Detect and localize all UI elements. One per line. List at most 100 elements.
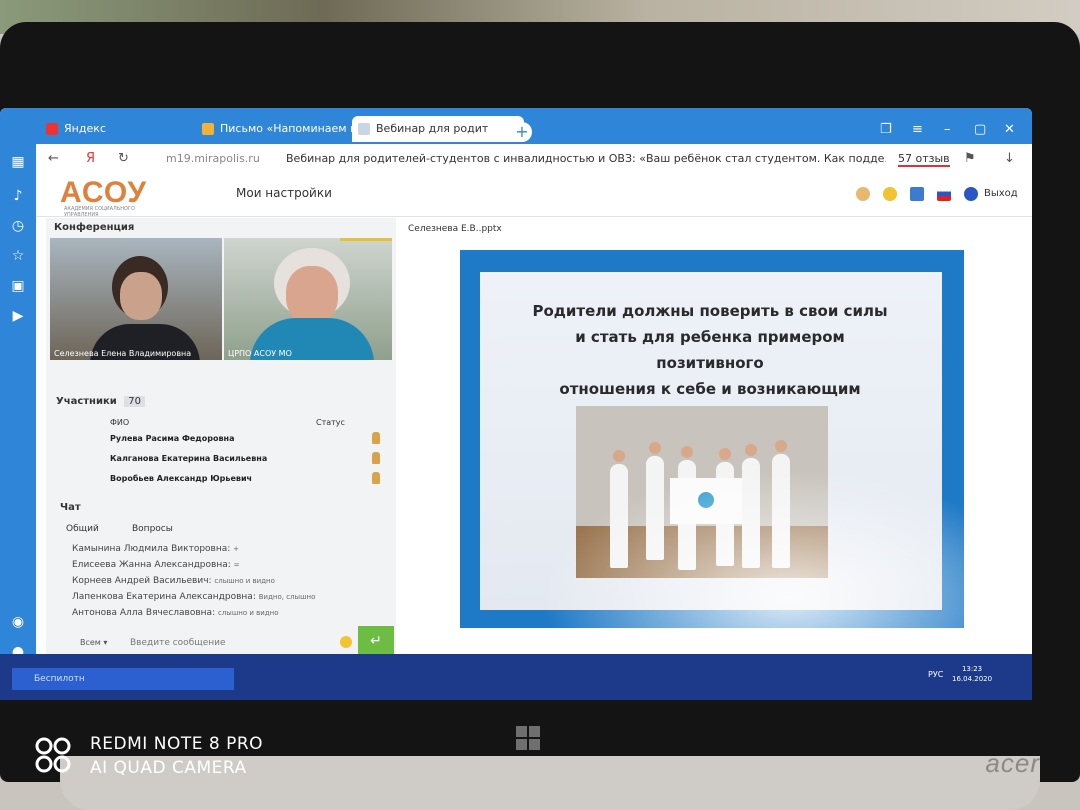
chat-text: = (233, 561, 240, 569)
chat-input[interactable]: Введите сообщение (130, 638, 226, 648)
grid-icon[interactable]: ▦ (10, 154, 26, 170)
chat-author: Елисеева Жанна Александровна: (72, 560, 231, 570)
page-title: Вебинар для родителей-студентов с инвали… (286, 152, 886, 165)
header-icons (856, 186, 986, 205)
watermark-line-2: AI QUAD CAMERA (90, 758, 247, 778)
minimize-icon[interactable]: – (944, 122, 951, 137)
url-field[interactable]: m19.mirapolis.ru (166, 152, 260, 165)
participant-name: Калганова Екатерина Васильевна (110, 454, 268, 463)
tab-webinar[interactable]: Вебинар для родит (352, 116, 524, 142)
col-status-header: Статус (316, 418, 345, 427)
sidebar-rail: ▦ ♪ ◷ ☆ ▣ ▶ ◉ ● (0, 144, 36, 700)
play-icon[interactable]: ▶ (10, 308, 26, 324)
menu-icon[interactable]: ≡ (912, 122, 923, 137)
status-icon (372, 432, 380, 444)
maximize-icon[interactable]: ▢ (974, 122, 986, 137)
reload-icon[interactable]: ↻ (118, 151, 129, 166)
left-column: Конференция Селезнева Елена Владимировна… (46, 218, 396, 688)
bookmark-icon[interactable]: ⚑ (964, 151, 976, 166)
collections-icon[interactable]: ▣ (10, 278, 26, 294)
chat-message: Корнеев Андрей Васильевич: слышно и видн… (72, 576, 275, 586)
video-label-2: ЦРПО АСОУ МО (228, 349, 292, 358)
reviews-link[interactable]: 57 отзыв (898, 152, 950, 167)
tab-label: Яндекс (64, 122, 106, 135)
chat-text: Видно, слышно (258, 593, 316, 601)
chat-text: слышно и видно (214, 577, 275, 585)
watermark-line-1: REDMI NOTE 8 PRO (90, 734, 264, 754)
clock-time: 13:23 (961, 665, 983, 673)
screen: Яндекс Письмо «Напоминаем в Вебинар для … (0, 108, 1032, 700)
yandex-icon (46, 123, 58, 135)
video-tile-2[interactable]: ЦРПО АСОУ МО (224, 238, 392, 360)
taskbar-clock[interactable]: 13:23 16.04.2020 (952, 664, 992, 684)
photo-person-head (745, 444, 757, 456)
language-indicator[interactable]: РУС (928, 670, 943, 679)
camera-logo-icon (35, 737, 71, 773)
presentation-file-name: Селезнева Е.В..pptx (408, 224, 502, 234)
bell-icon[interactable]: ♪ (10, 188, 26, 204)
participants-count: 70 (124, 396, 145, 407)
send-button[interactable]: ↵ (358, 626, 394, 656)
status-icon (372, 452, 380, 464)
tab-label: Вебинар для родит (376, 122, 489, 135)
chat-message: Лапенкова Екатерина Александровна: Видно… (72, 592, 315, 602)
folder-icon[interactable] (910, 187, 925, 201)
col-name-header: ФИО (110, 418, 130, 427)
clock-icon[interactable]: ◷ (10, 218, 26, 234)
address-bar: ← Я ↻ m19.mirapolis.ru Вебинар для родит… (36, 144, 1032, 175)
chevron-down-icon: ▾ (103, 638, 108, 647)
chat-author: Антонова Алла Вячеславовна: (72, 608, 216, 618)
new-tab-button[interactable]: + (512, 122, 532, 142)
chat-author: Камынина Людмила Викторовна: (72, 544, 231, 554)
help-icon[interactable] (964, 187, 979, 201)
emoji-picker-icon[interactable] (340, 636, 352, 648)
alice-icon[interactable]: ◉ (10, 614, 26, 630)
my-settings-link[interactable]: Мои настройки (236, 186, 332, 200)
taskbar-search[interactable]: Беспилотн (12, 668, 234, 690)
hand-icon[interactable] (856, 187, 870, 201)
chat-message: Елисеева Жанна Александровна: = (72, 560, 240, 570)
star-icon[interactable]: ☆ (10, 248, 26, 264)
participants-title: Участники 70 (56, 396, 145, 407)
language-flag-icon[interactable] (937, 187, 952, 201)
frame-decoration (340, 238, 392, 271)
exit-link[interactable]: Выход (984, 188, 1018, 199)
recipient-select[interactable]: Всем ▾ (80, 638, 107, 647)
clock-date: 16.04.2020 (952, 675, 993, 683)
back-icon[interactable]: ← (48, 151, 59, 166)
participant-row[interactable]: Воробьев Александр Юрьевич (54, 470, 388, 488)
chat-text: слышно и видно (217, 609, 279, 617)
chat-title: Чат (60, 502, 81, 513)
download-icon[interactable]: ↓ (1004, 151, 1015, 166)
participant-name: Рулева Расима Федоровна (110, 434, 235, 443)
page-icon (358, 123, 370, 135)
photo-person-head (613, 450, 625, 462)
tab-label: Письмо «Напоминаем в (220, 122, 357, 135)
tab-chat-general[interactable]: Общий (66, 524, 99, 534)
yandex-logo-icon[interactable]: Я (86, 151, 95, 166)
close-icon[interactable]: ✕ (1004, 122, 1015, 137)
chat-author: Корнеев Андрей Васильевич: (72, 576, 212, 586)
status-icon (372, 472, 380, 484)
slide-text-line-2: и стать для ребенка примером позитивного (575, 328, 845, 372)
chat-text: + (233, 545, 240, 553)
photo-person-head (681, 446, 693, 458)
tab-mail[interactable]: Письмо «Напоминаем в (196, 116, 368, 142)
emoji-icon[interactable] (883, 187, 898, 201)
participant-row[interactable]: Калганова Екатерина Васильевна (54, 450, 388, 468)
logo-subtitle: АКАДЕМИЯ СОЦИАЛЬНОГО УПРАВЛЕНИЯ (64, 206, 135, 218)
photo-person-head (775, 440, 787, 452)
photo-person-head (719, 448, 731, 460)
participant-row[interactable]: Рулева Расима Федоровна (54, 430, 388, 448)
video-tile-1[interactable]: Селезнева Елена Владимировна (50, 238, 222, 360)
mail-icon (202, 123, 214, 135)
tabs-icon[interactable]: ❐ (880, 122, 892, 137)
windows-button-icon[interactable] (516, 726, 540, 750)
tab-yandex[interactable]: Яндекс (40, 116, 214, 142)
slide-text-line-1: Родители должны поверить в свои силы (532, 302, 888, 320)
video-label-1: Селезнева Елена Владимировна (54, 349, 192, 358)
device-brand: acer (985, 748, 1040, 778)
camera-watermark: REDMI NOTE 8 PRO AI QUAD CAMERA (90, 732, 263, 780)
recipient-value: Всем (80, 638, 101, 647)
tab-chat-questions[interactable]: Вопросы (132, 524, 173, 534)
